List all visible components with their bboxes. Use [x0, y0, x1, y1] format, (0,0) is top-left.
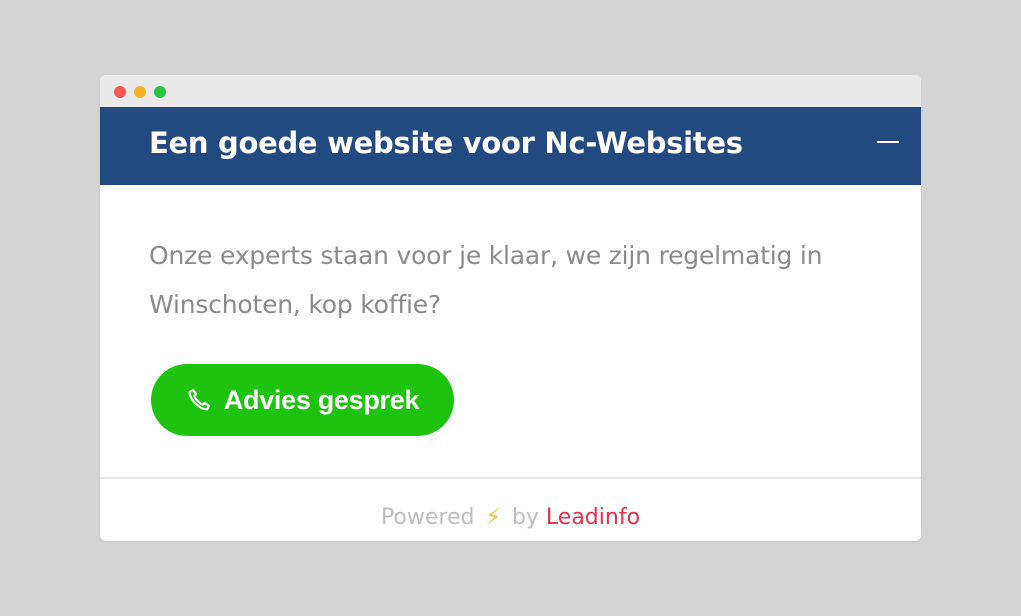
minimize-window-dot[interactable] — [134, 86, 146, 98]
widget-footer: Powered ⚡ by Leadinfo — [100, 477, 921, 541]
window-titlebar — [100, 75, 921, 107]
lightning-bolt-icon: ⚡ — [485, 505, 501, 530]
minus-icon[interactable] — [877, 131, 899, 153]
by-text: by — [511, 505, 539, 530]
maximize-window-dot[interactable] — [154, 86, 166, 98]
advies-gesprek-button[interactable]: Advies gesprek — [151, 364, 454, 436]
widget-title: Een goede website voor Nc-Websites — [149, 126, 743, 160]
leadinfo-link[interactable]: Leadinfo — [546, 505, 640, 530]
widget-header: Een goede website voor Nc-Websites — [100, 107, 921, 185]
widget-message: Onze experts staan voor je klaar, we zij… — [149, 241, 823, 319]
widget-window: Een goede website voor Nc-Websites Onze … — [100, 75, 921, 541]
phone-icon — [188, 388, 210, 411]
close-window-dot[interactable] — [114, 86, 126, 98]
widget-body: Onze experts staan voor je klaar, we zij… — [100, 185, 921, 478]
cta-label: Advies gesprek — [223, 384, 420, 415]
powered-text: Powered — [380, 505, 475, 530]
